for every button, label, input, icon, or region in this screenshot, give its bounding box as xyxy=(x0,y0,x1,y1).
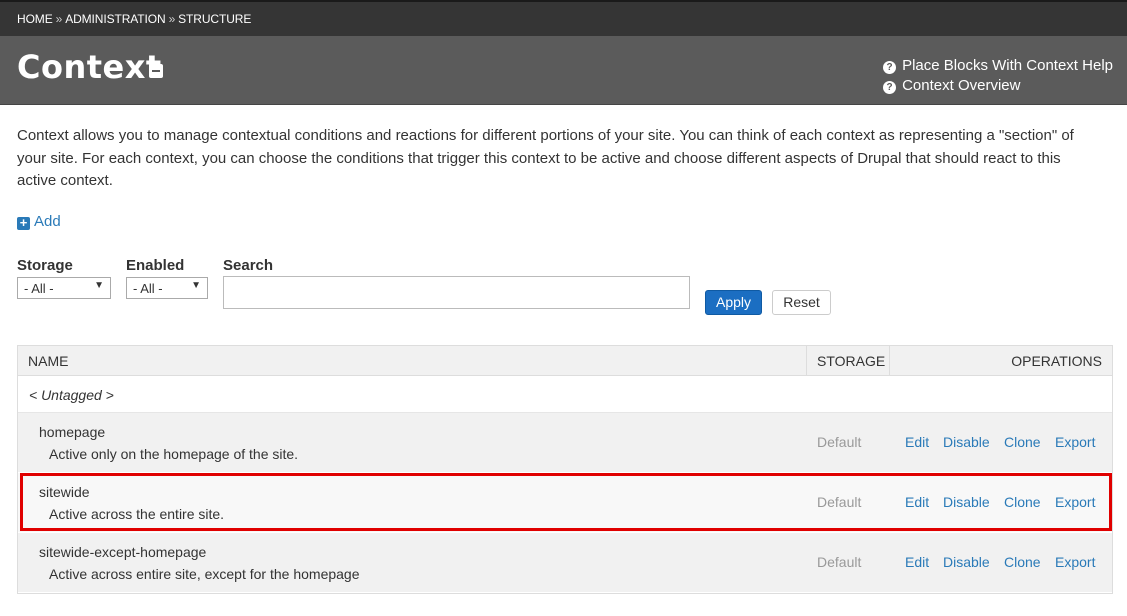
clone-link[interactable]: Clone xyxy=(1004,434,1041,450)
page-header: Context ? Place Blocks With Context Help … xyxy=(0,36,1127,105)
operations-column-header: OPERATIONS xyxy=(1011,353,1102,369)
chevron-down-icon: ▼ xyxy=(94,280,104,291)
export-link[interactable]: Export xyxy=(1055,554,1095,570)
place-blocks-help-label: Place Blocks With Context Help xyxy=(902,57,1113,74)
table-row: homepage Active only on the homepage of … xyxy=(18,413,1112,473)
place-blocks-help-link[interactable]: ? Place Blocks With Context Help xyxy=(883,56,1113,76)
group-row-untagged: < Untagged > xyxy=(18,376,1112,413)
question-icon: ? xyxy=(883,81,897,94)
enabled-select[interactable]: - All - ▼ xyxy=(126,277,208,299)
group-label: < Untagged > xyxy=(29,387,114,403)
column-divider xyxy=(806,346,807,376)
breadcrumb-separator: » xyxy=(168,12,176,26)
add-label: Add xyxy=(34,213,61,230)
apply-button[interactable]: Apply xyxy=(705,290,762,315)
disable-link[interactable]: Disable xyxy=(943,434,990,450)
breadcrumb-home[interactable]: HOME xyxy=(17,12,53,26)
context-table: NAME STORAGE OPERATIONS < Untagged > hom… xyxy=(17,345,1113,594)
breadcrumb: HOME» ADMINISTRATION» STRUCTURE xyxy=(17,12,251,26)
edit-link[interactable]: Edit xyxy=(905,434,929,450)
collapse-icon[interactable] xyxy=(149,64,163,78)
breadcrumb-administration[interactable]: ADMINISTRATION xyxy=(65,12,165,26)
storage-select-value: - All - xyxy=(24,281,54,296)
clone-link[interactable]: Clone xyxy=(1004,554,1041,570)
context-overview-label: Context Overview xyxy=(902,77,1021,94)
edit-link[interactable]: Edit xyxy=(905,554,929,570)
context-description: Active only on the homepage of the site. xyxy=(49,446,299,462)
breadcrumb-structure[interactable]: STRUCTURE xyxy=(178,12,251,26)
storage-select[interactable]: - All - ▼ xyxy=(17,277,111,299)
table-row: sitewide-except-homepage Active across e… xyxy=(18,533,1112,593)
search-input[interactable] xyxy=(223,276,690,309)
chevron-down-icon: ▼ xyxy=(191,280,201,291)
plus-icon: + xyxy=(17,216,30,230)
context-overview-link[interactable]: ? Context Overview xyxy=(883,76,1113,96)
name-column-header[interactable]: NAME xyxy=(28,353,68,369)
disable-link[interactable]: Disable xyxy=(943,554,990,570)
table-header: NAME STORAGE OPERATIONS xyxy=(18,346,1112,376)
page-title: Context xyxy=(17,48,162,86)
export-link[interactable]: Export xyxy=(1055,434,1095,450)
intro-text: Context allows you to manage contextual … xyxy=(17,127,1074,189)
add-context-link[interactable]: + Add xyxy=(17,213,61,230)
question-icon: ? xyxy=(883,61,897,74)
enabled-filter-label: Enabled xyxy=(126,257,185,274)
highlight-box xyxy=(20,473,1112,531)
column-divider xyxy=(889,346,890,376)
breadcrumb-separator: » xyxy=(55,12,63,26)
context-storage: Default xyxy=(817,434,862,450)
context-description: Active across entire site, except for th… xyxy=(49,566,360,582)
storage-column-header[interactable]: STORAGE xyxy=(817,353,885,369)
reset-button[interactable]: Reset xyxy=(772,290,831,315)
storage-filter-label: Storage xyxy=(17,257,73,274)
enabled-select-value: - All - xyxy=(133,281,163,296)
context-name: sitewide-except-homepage xyxy=(39,544,207,560)
help-links: ? Place Blocks With Context Help ? Context… xyxy=(883,56,1113,96)
breadcrumb-bar: HOME» ADMINISTRATION» STRUCTURE xyxy=(0,0,1127,36)
context-name: homepage xyxy=(39,424,106,440)
search-filter-label: Search xyxy=(223,257,274,274)
context-storage: Default xyxy=(817,554,862,570)
